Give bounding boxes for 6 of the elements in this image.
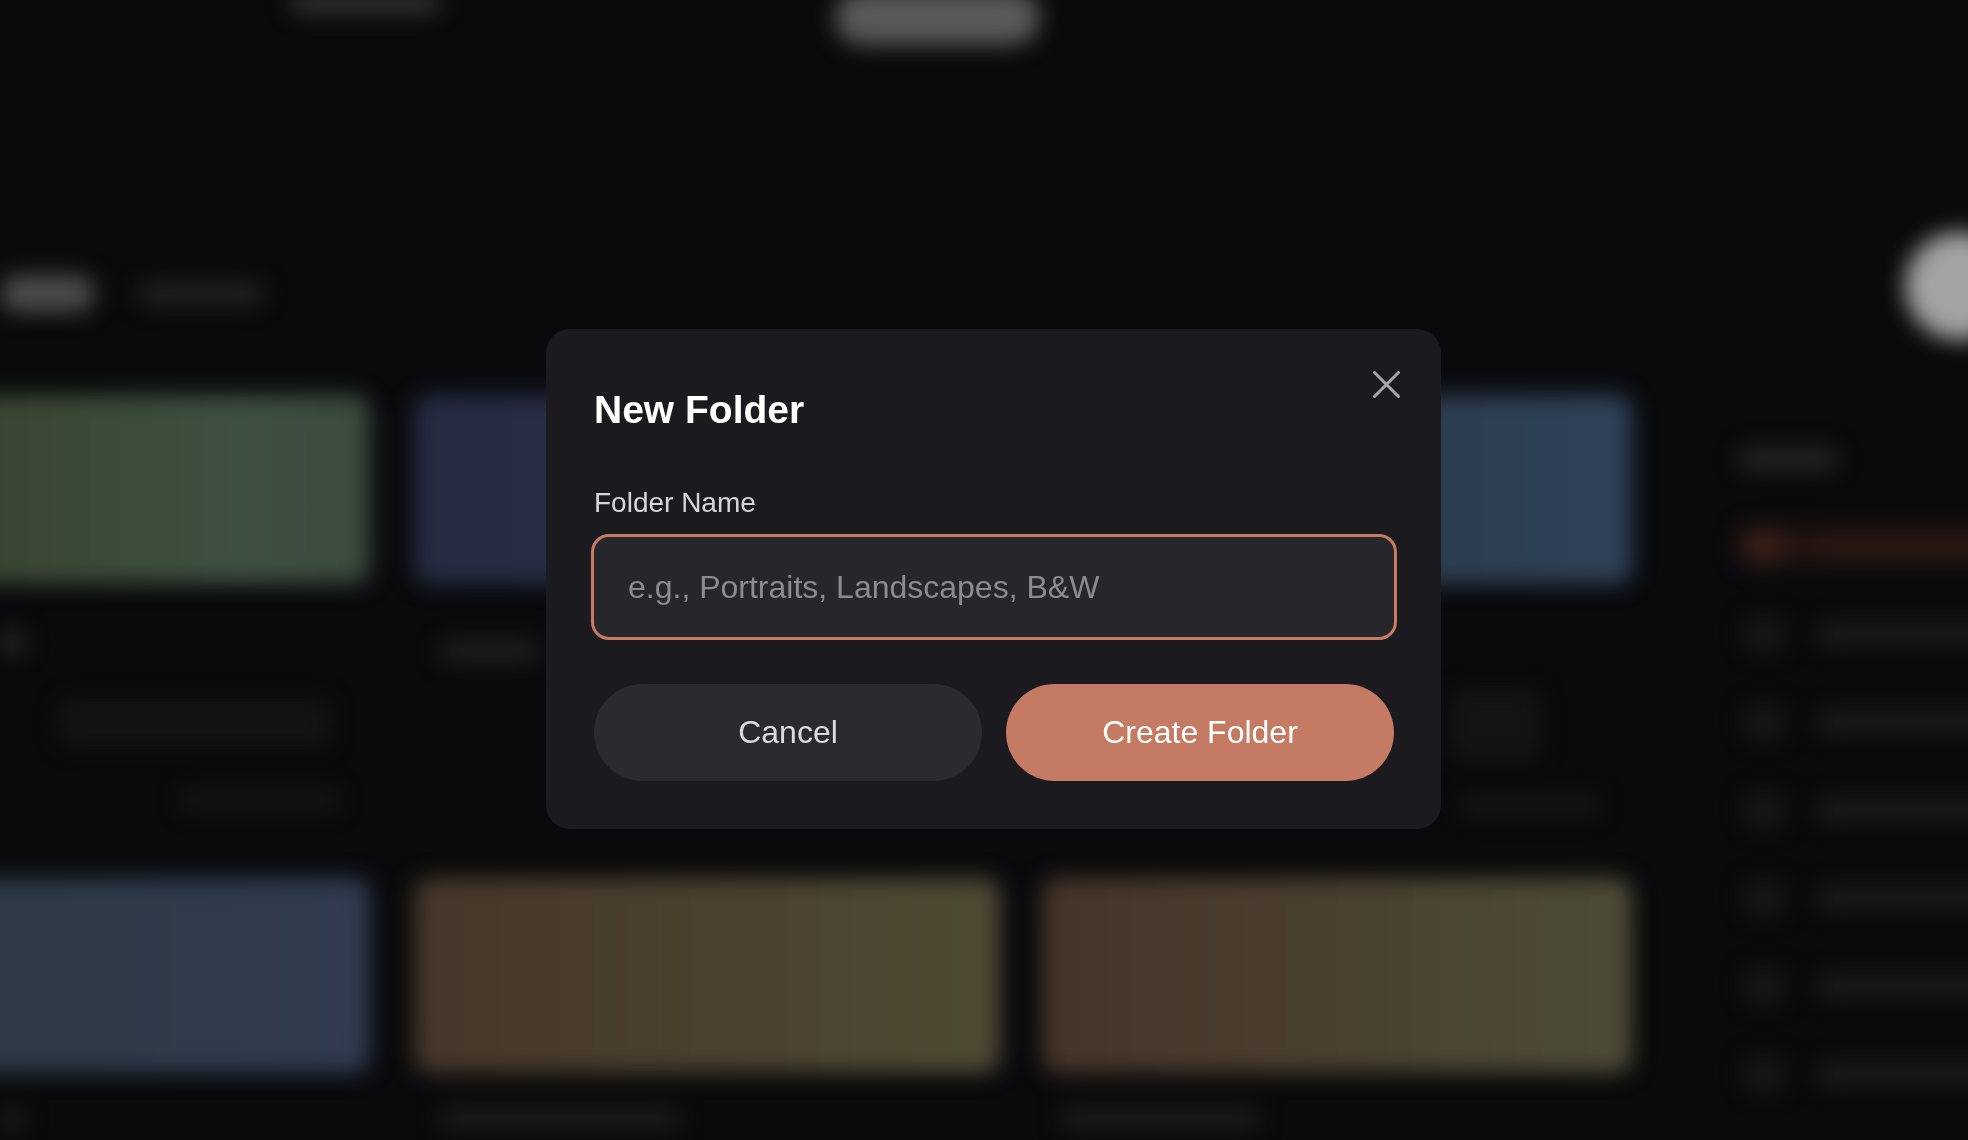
close-icon <box>1373 371 1400 398</box>
dialog-title: New Folder <box>594 387 805 433</box>
close-button[interactable] <box>1373 371 1400 398</box>
field-label: Folder Name <box>594 486 757 520</box>
cancel-button[interactable]: Cancel <box>594 684 982 781</box>
folder-name-field[interactable]: e.g., Portraits, Landscapes, B&W <box>591 534 1397 640</box>
